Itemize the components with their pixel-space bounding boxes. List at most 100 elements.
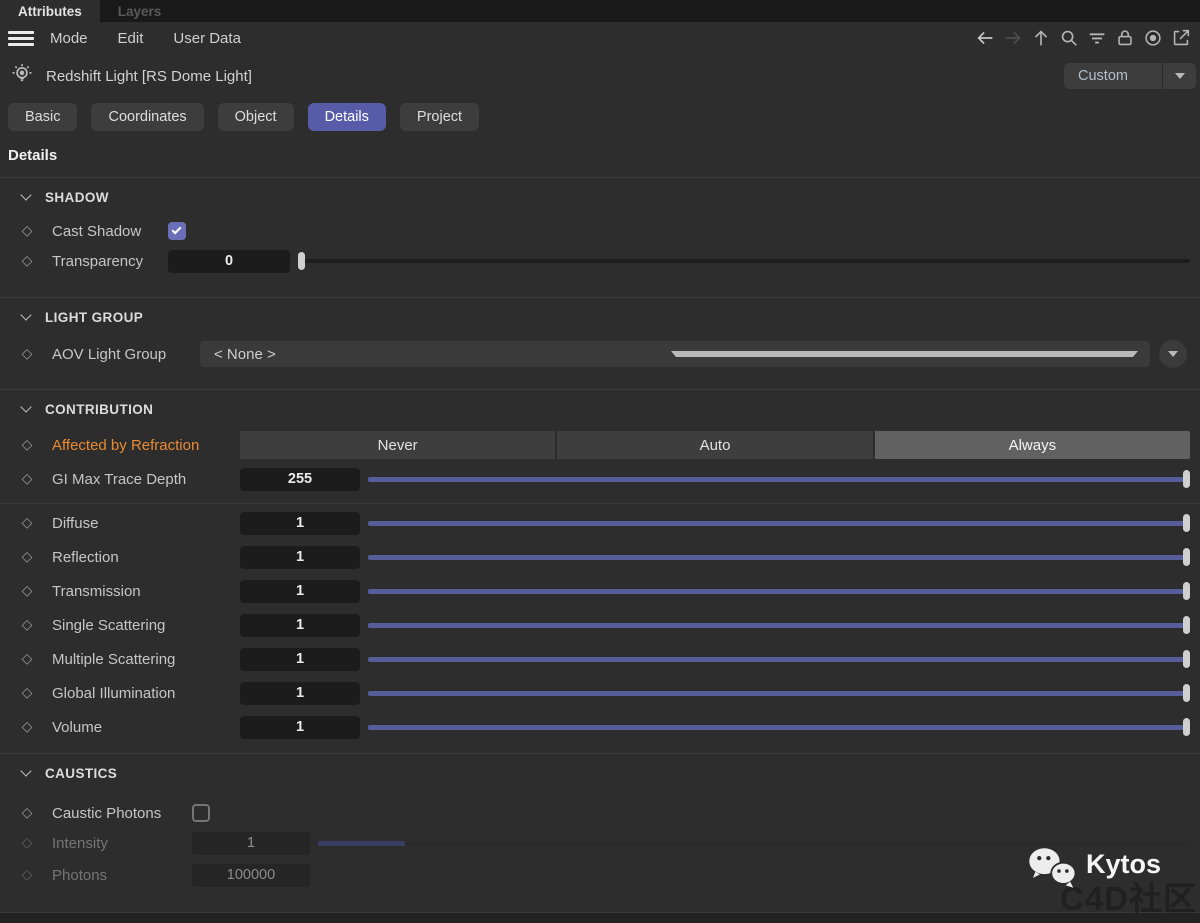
panel-tab-strip: Attributes Layers: [0, 0, 1200, 22]
open-in-new-icon[interactable]: [1170, 27, 1192, 49]
parameter-label: Intensity: [52, 835, 192, 852]
section-header-contribution[interactable]: CONTRIBUTION: [0, 390, 1200, 419]
slider-handle[interactable]: [1183, 650, 1190, 668]
hamburger-menu-icon[interactable]: [8, 31, 34, 46]
section-header-shadow[interactable]: SHADOW: [0, 178, 1200, 207]
chevron-down-icon[interactable]: [1162, 63, 1196, 89]
segment-never[interactable]: Never: [240, 431, 555, 459]
up-arrow-icon[interactable]: [1030, 27, 1052, 49]
filter-icon[interactable]: [1086, 27, 1108, 49]
keyframe-diamond-icon[interactable]: ◇: [20, 686, 34, 700]
volume-field[interactable]: 1: [240, 716, 360, 739]
aov-options-button[interactable]: [1159, 340, 1187, 368]
record-icon[interactable]: [1142, 27, 1164, 49]
volume-slider[interactable]: [368, 717, 1190, 737]
field-value: 1: [296, 515, 304, 531]
segment-always[interactable]: Always: [875, 431, 1190, 459]
keyframe-diamond-icon[interactable]: ◇: [20, 472, 34, 486]
transmission-slider[interactable]: [368, 581, 1190, 601]
keyframe-diamond-icon[interactable]: ◇: [20, 254, 34, 268]
field-value: 255: [288, 471, 312, 487]
section-title: LIGHT GROUP: [45, 310, 143, 325]
tab-basic[interactable]: Basic: [8, 103, 77, 131]
keyframe-diamond-icon[interactable]: ◇: [20, 224, 34, 238]
parameter-label: AOV Light Group: [52, 346, 200, 363]
keyframe-diamond-icon[interactable]: ◇: [20, 720, 34, 734]
slider-handle[interactable]: [1183, 582, 1190, 600]
tab-object[interactable]: Object: [218, 103, 294, 131]
field-value: 1: [247, 835, 255, 851]
transparency-field[interactable]: 0: [168, 250, 290, 273]
slider-handle[interactable]: [1183, 718, 1190, 736]
object-title: Redshift Light [RS Dome Light]: [46, 68, 252, 85]
tab-layers[interactable]: Layers: [100, 0, 180, 22]
back-icon[interactable]: [974, 27, 996, 49]
lock-icon[interactable]: [1114, 27, 1136, 49]
diffuse-field[interactable]: 1: [240, 512, 360, 535]
preset-dropdown[interactable]: Custom: [1064, 63, 1196, 89]
keyframe-diamond-icon[interactable]: ◇: [20, 438, 34, 452]
toolbar: [974, 27, 1194, 49]
slider-handle[interactable]: [1183, 514, 1190, 532]
parameter-label: Global Illumination: [52, 685, 240, 702]
field-value: 1: [296, 583, 304, 599]
slider-handle[interactable]: [1183, 616, 1190, 634]
single-scattering-slider[interactable]: [368, 615, 1190, 635]
intensity-field: 1: [192, 832, 310, 855]
refraction-segmented-control: Never Auto Always: [240, 431, 1190, 459]
page-title: Details: [0, 132, 1200, 177]
reflection-field[interactable]: 1: [240, 546, 360, 569]
section-contribution: CONTRIBUTION ◇ Affected by Refraction Ne…: [0, 389, 1200, 753]
tab-attributes[interactable]: Attributes: [0, 0, 100, 22]
menu-edit[interactable]: Edit: [118, 30, 144, 47]
forward-icon[interactable]: [1002, 27, 1024, 49]
keyframe-diamond-icon[interactable]: ◇: [20, 347, 34, 361]
tab-coordinates[interactable]: Coordinates: [91, 103, 203, 131]
parameter-label: GI Max Trace Depth: [52, 471, 240, 488]
section-header-caustics[interactable]: CAUSTICS: [0, 754, 1200, 783]
global-illumination-slider[interactable]: [368, 683, 1190, 703]
parameter-label: Transparency: [52, 253, 168, 270]
parameter-label: Cast Shadow: [52, 223, 168, 240]
parameter-label: Affected by Refraction: [52, 437, 240, 454]
reflection-slider[interactable]: [368, 547, 1190, 567]
cast-shadow-checkbox[interactable]: [168, 222, 186, 240]
gi-max-trace-depth-slider[interactable]: [368, 469, 1190, 489]
multiple-scattering-field[interactable]: 1: [240, 648, 360, 671]
section-title: CONTRIBUTION: [45, 402, 153, 417]
single-scattering-field[interactable]: 1: [240, 614, 360, 637]
slider-handle[interactable]: [1183, 470, 1190, 488]
segment-auto[interactable]: Auto: [557, 431, 872, 459]
multiple-scattering-slider[interactable]: [368, 649, 1190, 669]
tab-details[interactable]: Details: [308, 103, 386, 131]
keyframe-diamond-icon[interactable]: ◇: [20, 516, 34, 530]
menu-bar: Mode Edit User Data: [0, 22, 1200, 54]
caustic-photons-checkbox[interactable]: [192, 804, 210, 822]
row-transparency: ◇ Transparency 0: [0, 245, 1200, 277]
parameter-label: Photons: [52, 867, 192, 884]
field-value: 1: [296, 549, 304, 565]
row-transmission: ◇ Transmission 1: [0, 574, 1200, 608]
menu-mode[interactable]: Mode: [50, 30, 88, 47]
field-value: 1: [296, 685, 304, 701]
gi-max-trace-depth-field[interactable]: 255: [240, 468, 360, 491]
keyframe-diamond-icon[interactable]: ◇: [20, 652, 34, 666]
collapse-chevron-icon: [20, 765, 31, 776]
keyframe-diamond-icon[interactable]: ◇: [20, 618, 34, 632]
preset-value: Custom: [1064, 63, 1162, 89]
keyframe-diamond-icon[interactable]: ◇: [20, 584, 34, 598]
slider-handle[interactable]: [1183, 684, 1190, 702]
transmission-field[interactable]: 1: [240, 580, 360, 603]
tab-project[interactable]: Project: [400, 103, 479, 131]
keyframe-diamond-icon[interactable]: ◇: [20, 550, 34, 564]
menu-user-data[interactable]: User Data: [173, 30, 241, 47]
diffuse-slider[interactable]: [368, 513, 1190, 533]
keyframe-diamond-icon[interactable]: ◇: [20, 806, 34, 820]
aov-light-group-dropdown[interactable]: < None >: [200, 341, 1150, 367]
search-icon[interactable]: [1058, 27, 1080, 49]
slider-handle[interactable]: [1183, 548, 1190, 566]
transparency-slider[interactable]: [298, 251, 1190, 271]
section-header-light-group[interactable]: LIGHT GROUP: [0, 298, 1200, 327]
global-illumination-field[interactable]: 1: [240, 682, 360, 705]
slider-handle[interactable]: [298, 252, 305, 270]
